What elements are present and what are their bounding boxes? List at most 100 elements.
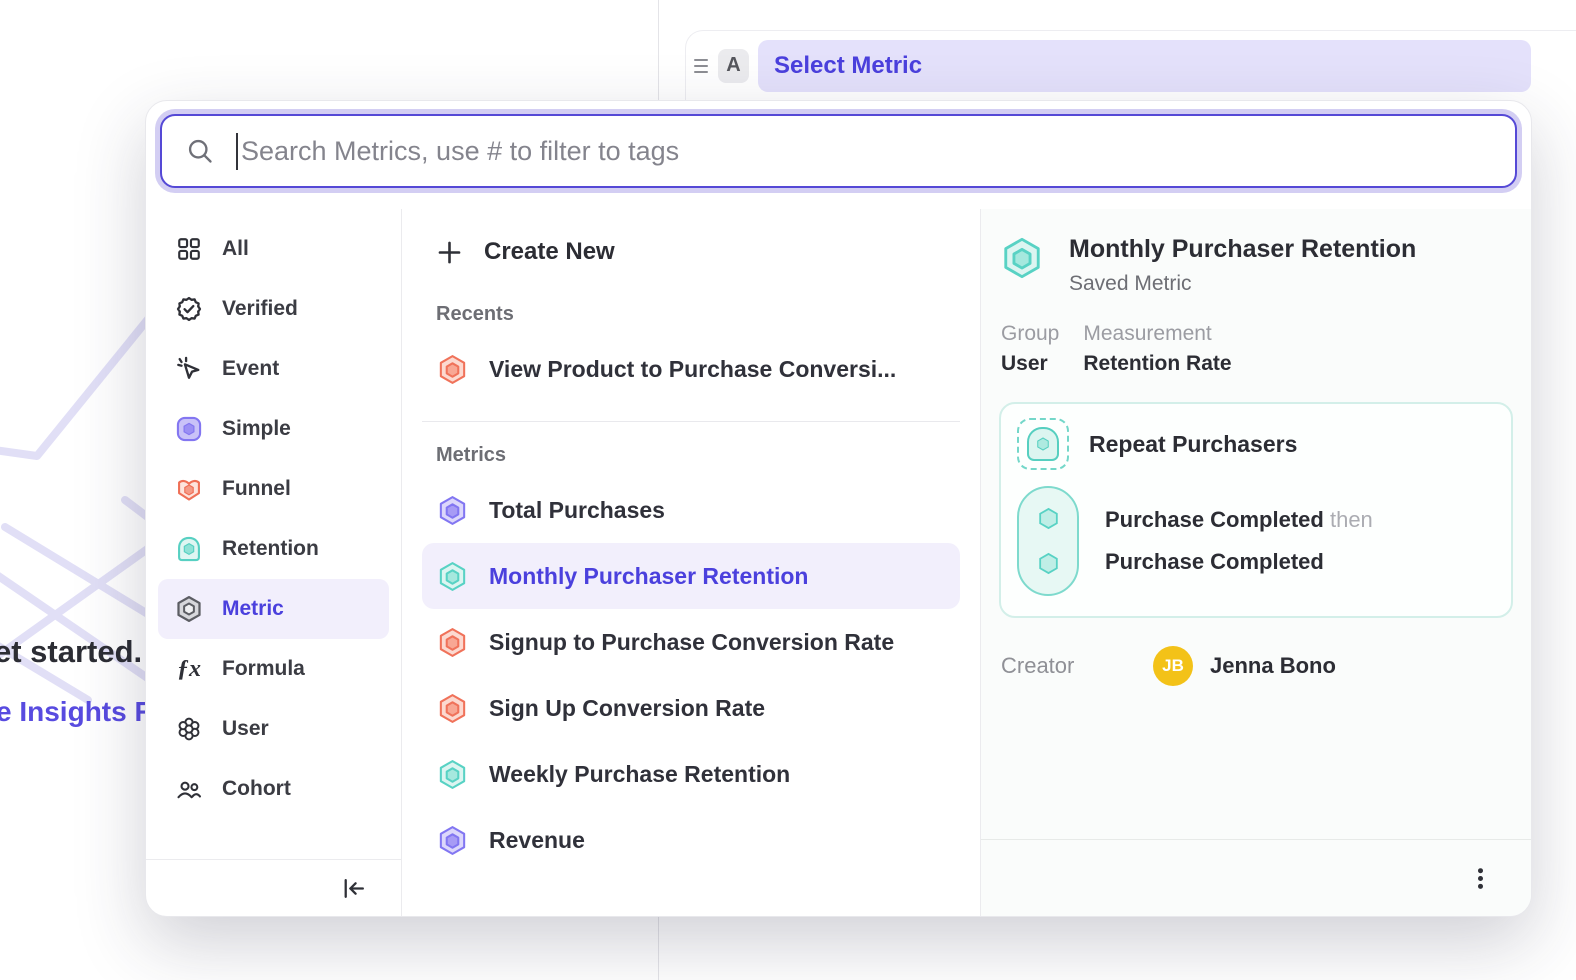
creator-name: Jenna Bono [1210, 653, 1336, 679]
group-label: Group [1001, 322, 1059, 346]
verified-badge-icon [174, 294, 204, 324]
sidebar-item-label: All [222, 237, 249, 261]
sidebar-item-label: Simple [222, 417, 291, 441]
group-value: User [1001, 352, 1059, 376]
teal-hexagon-icon [436, 560, 469, 593]
metric-item-label: Total Purchases [489, 497, 665, 524]
metric-item[interactable]: Signup to Purchase Conversion Rate [422, 609, 960, 675]
user-flower-icon [174, 714, 204, 744]
metric-details-panel: Monthly Purchaser Retention Saved Metric… [980, 209, 1531, 916]
measurement-label: Measurement [1083, 322, 1231, 346]
metric-list-column: Create New Recents View Product to Purch… [402, 209, 980, 916]
simple-metric-icon [174, 414, 204, 444]
event-cursor-icon [174, 354, 204, 384]
metric-picker-modal: All Verified [145, 100, 1532, 917]
metric-item-selected[interactable]: Monthly Purchaser Retention [422, 543, 960, 609]
sidebar-item-label: User [222, 717, 269, 741]
group-meta: Group User [1001, 322, 1059, 376]
sidebar-item-metric[interactable]: Metric [158, 579, 389, 639]
metric-item-label: Monthly Purchaser Retention [489, 563, 808, 590]
metric-hexagon-icon [174, 594, 204, 624]
sidebar-item-verified[interactable]: Verified [158, 279, 389, 339]
search-icon [186, 137, 214, 165]
details-subtitle: Saved Metric [1069, 272, 1416, 296]
cohort-people-icon [174, 774, 204, 804]
metrics-heading: Metrics [436, 444, 960, 467]
definition-header: Repeat Purchasers [1017, 418, 1495, 470]
collapse-left-icon[interactable] [340, 875, 367, 902]
sidebar-footer [146, 859, 401, 916]
drag-handle-icon[interactable] [694, 59, 712, 73]
hexagon-glyph [1035, 505, 1062, 532]
sidebar-item-simple[interactable]: Simple [158, 399, 389, 459]
search-input[interactable] [241, 136, 1491, 167]
category-list: All Verified [146, 209, 401, 859]
metric-item-label: Signup to Purchase Conversion Rate [489, 629, 894, 656]
plus-icon [436, 239, 463, 266]
select-metric-button[interactable]: Select Metric [758, 40, 1531, 92]
sidebar-item-label: Event [222, 357, 279, 381]
sidebar-item-label: Funnel [222, 477, 291, 501]
kebab-menu-icon[interactable] [1468, 866, 1493, 891]
retention-definition-icon [1017, 418, 1069, 470]
teal-hexagon-icon [436, 758, 469, 791]
recents-heading: Recents [436, 303, 960, 326]
creator-row: Creator JB Jenna Bono [999, 646, 1513, 686]
sidebar-item-label: Verified [222, 297, 298, 321]
saved-metric-hexagon-icon [999, 235, 1045, 281]
sidebar-item-funnel[interactable]: Funnel [158, 459, 389, 519]
sidebar-item-label: Cohort [222, 777, 291, 801]
metric-item-label: Revenue [489, 827, 585, 854]
details-title: Monthly Purchaser Retention [1069, 235, 1416, 264]
details-meta: Group User Measurement Retention Rate [1001, 322, 1513, 376]
page: et started. e Insights Re A Select Metri… [0, 0, 1576, 980]
coral-hexagon-icon [436, 626, 469, 659]
text-cursor [236, 133, 238, 170]
sidebar-item-cohort[interactable]: Cohort [158, 759, 389, 819]
steps-capsule-icon [1017, 486, 1079, 596]
funnel-icon [174, 474, 204, 504]
details-footer [981, 839, 1531, 916]
retention-icon [174, 534, 204, 564]
create-new-label: Create New [484, 238, 615, 266]
step-2: Purchase Completed [1105, 549, 1373, 575]
metric-item-label: Weekly Purchase Retention [489, 761, 790, 788]
metric-letter-badge[interactable]: A [718, 49, 749, 83]
details-header: Monthly Purchaser Retention Saved Metric [999, 235, 1513, 296]
hexagon-glyph [1035, 550, 1062, 577]
category-sidebar: All Verified [146, 209, 402, 916]
sidebar-item-label: Retention [222, 537, 319, 561]
hexagon-glyph [1034, 435, 1052, 453]
search-bar [160, 114, 1517, 188]
get-started-heading-fragment: et started. [0, 634, 142, 670]
measurement-value: Retention Rate [1083, 352, 1231, 376]
sidebar-item-retention[interactable]: Retention [158, 519, 389, 579]
coral-hexagon-icon [436, 692, 469, 725]
purple-hexagon-icon [436, 824, 469, 857]
measurement-meta: Measurement Retention Rate [1083, 322, 1231, 376]
create-new-button[interactable]: Create New [422, 221, 960, 283]
sidebar-item-all[interactable]: All [158, 219, 389, 279]
metric-item-label: Sign Up Conversion Rate [489, 695, 765, 722]
grid-icon [174, 234, 204, 264]
step-connector: then [1330, 507, 1373, 532]
modal-content: All Verified [146, 209, 1531, 916]
sidebar-item-formula[interactable]: ƒx Formula [158, 639, 389, 699]
creator-avatar: JB [1153, 646, 1193, 686]
sidebar-item-user[interactable]: User [158, 699, 389, 759]
select-metric-label: Select Metric [774, 52, 922, 80]
metric-item[interactable]: Revenue [422, 807, 960, 873]
creator-label: Creator [1001, 653, 1153, 679]
metric-item[interactable]: Weekly Purchase Retention [422, 741, 960, 807]
recent-item[interactable]: View Product to Purchase Conversi... [422, 336, 960, 402]
metric-details-body: Monthly Purchaser Retention Saved Metric… [981, 209, 1531, 839]
sidebar-item-label: Metric [222, 597, 284, 621]
purple-hexagon-icon [436, 494, 469, 527]
sidebar-item-event[interactable]: Event [158, 339, 389, 399]
sidebar-item-label: Formula [222, 657, 305, 681]
metric-item[interactable]: Sign Up Conversion Rate [422, 675, 960, 741]
formula-icon: ƒx [174, 654, 204, 684]
coral-hexagon-icon [436, 353, 469, 386]
step-1: Purchase Completed then [1105, 507, 1373, 533]
metric-item[interactable]: Total Purchases [422, 477, 960, 543]
